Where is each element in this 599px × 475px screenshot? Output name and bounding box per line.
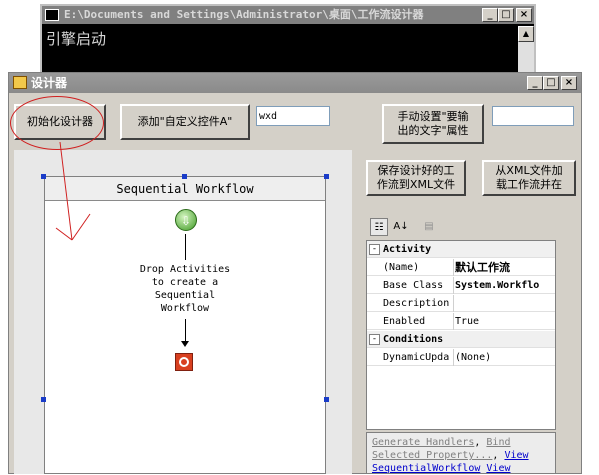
stop-icon: [175, 353, 193, 371]
start-icon: ⇩: [175, 209, 197, 231]
property-value[interactable]: 默认工作流: [455, 259, 555, 276]
add-custom-control-button[interactable]: 添加"自定义控件A": [120, 104, 250, 140]
generate-handlers-link[interactable]: Generate Handlers: [372, 437, 474, 448]
close-button[interactable]: ×: [516, 8, 532, 22]
load-xml-label-line2: 载工作流并在: [496, 178, 562, 191]
property-name: DynamicUpda: [383, 349, 454, 366]
resize-handle[interactable]: [41, 174, 46, 179]
property-value[interactable]: (None): [455, 349, 555, 366]
set-text-property-button[interactable]: 手动设置"要输 出的文字"属性: [382, 104, 484, 144]
separator: ,: [492, 450, 505, 461]
maximize-button[interactable]: □: [498, 8, 514, 22]
load-xml-button[interactable]: 从XML文件加 载工作流并在: [482, 160, 576, 196]
connector-line: [185, 234, 186, 260]
view-link[interactable]: View: [504, 450, 528, 461]
collapse-icon[interactable]: -: [369, 244, 380, 255]
save-xml-label-line2: 作流到XML文件: [376, 178, 456, 191]
property-value[interactable]: System.Workflo: [455, 277, 555, 294]
hint-line: Drop Activities: [139, 264, 231, 275]
save-xml-button[interactable]: 保存设计好的工 作流到XML文件: [366, 160, 466, 196]
category-label: Conditions: [383, 334, 444, 345]
console-window: E:\Documents and Settings\Administrator\…: [40, 4, 536, 76]
property-name: (Name): [383, 259, 454, 276]
selected-property-link[interactable]: Selected Property...: [372, 450, 492, 461]
property-row[interactable]: Enabled True: [367, 313, 555, 330]
property-value[interactable]: [455, 295, 555, 312]
category-label: Activity: [383, 244, 432, 255]
add-custom-control-label: 添加"自定义控件A": [137, 115, 233, 128]
close-button[interactable]: ×: [561, 76, 577, 90]
alphabetical-icon[interactable]: A↓: [392, 218, 410, 236]
console-title-bar[interactable]: E:\Documents and Settings\Administrator\…: [42, 6, 534, 24]
drop-activities-hint: Drop Activities to create a Sequential W…: [125, 263, 245, 315]
save-xml-label-line1: 保存设计好的工: [377, 164, 455, 177]
scroll-up-icon[interactable]: ▲: [518, 26, 534, 42]
property-value[interactable]: True: [455, 313, 555, 330]
set-text-label-line2: 出的文字"属性: [397, 124, 469, 137]
property-row[interactable]: (Name) 默认工作流: [367, 259, 555, 276]
custom-name-input[interactable]: [256, 106, 330, 126]
connector-line: [185, 319, 186, 343]
property-row[interactable]: Description: [367, 295, 555, 312]
hint-line: Workflow: [160, 303, 210, 314]
text-property-input[interactable]: [492, 106, 574, 126]
console-app-icon: [45, 9, 59, 21]
arrow-down-icon: [181, 341, 189, 347]
console-title-text: E:\Documents and Settings\Administrator\…: [64, 8, 424, 21]
property-row[interactable]: Base Class System.Workflo: [367, 277, 555, 294]
load-xml-label-line1: 从XML文件加: [495, 164, 563, 177]
sequential-workflow-link[interactable]: SequentialWorkflow: [372, 463, 480, 474]
collapse-icon[interactable]: -: [369, 334, 380, 345]
annotation-arrow-icon: [55, 141, 91, 241]
resize-handle[interactable]: [324, 174, 329, 179]
property-name: Enabled: [383, 313, 454, 330]
separator: ,: [474, 437, 487, 448]
designer-title-bar[interactable]: [9, 73, 581, 93]
hint-line: to create a: [151, 277, 219, 288]
designer-title: 设计器: [31, 76, 68, 90]
console-scrollbar[interactable]: ▲: [518, 26, 534, 74]
categorized-icon[interactable]: ☷: [370, 218, 388, 236]
view-link[interactable]: View: [486, 463, 510, 474]
maximize-button[interactable]: □: [543, 76, 559, 90]
commands-panel: Generate Handlers, Bind Selected Propert…: [366, 432, 556, 474]
property-pages-icon[interactable]: ▤: [420, 218, 438, 236]
set-text-label-line1: 手动设置"要输: [397, 110, 469, 123]
resize-handle[interactable]: [324, 397, 329, 402]
category-activity[interactable]: - Activity: [367, 241, 555, 258]
category-conditions[interactable]: - Conditions: [367, 331, 555, 348]
resize-handle[interactable]: [41, 397, 46, 402]
bind-link[interactable]: Bind: [486, 437, 510, 448]
minimize-button[interactable]: _: [482, 8, 498, 22]
property-row[interactable]: DynamicUpda (None): [367, 349, 555, 366]
resize-handle[interactable]: [182, 174, 187, 179]
designer-app-icon: [13, 76, 27, 89]
property-name: Base Class: [383, 277, 454, 294]
property-name: Description: [383, 295, 454, 312]
hint-line: Sequential: [154, 290, 216, 301]
property-grid: - Activity (Name) 默认工作流 Base Class Syste…: [366, 240, 556, 430]
console-output: 引擎启动: [46, 30, 107, 48]
minimize-button[interactable]: _: [527, 76, 543, 90]
